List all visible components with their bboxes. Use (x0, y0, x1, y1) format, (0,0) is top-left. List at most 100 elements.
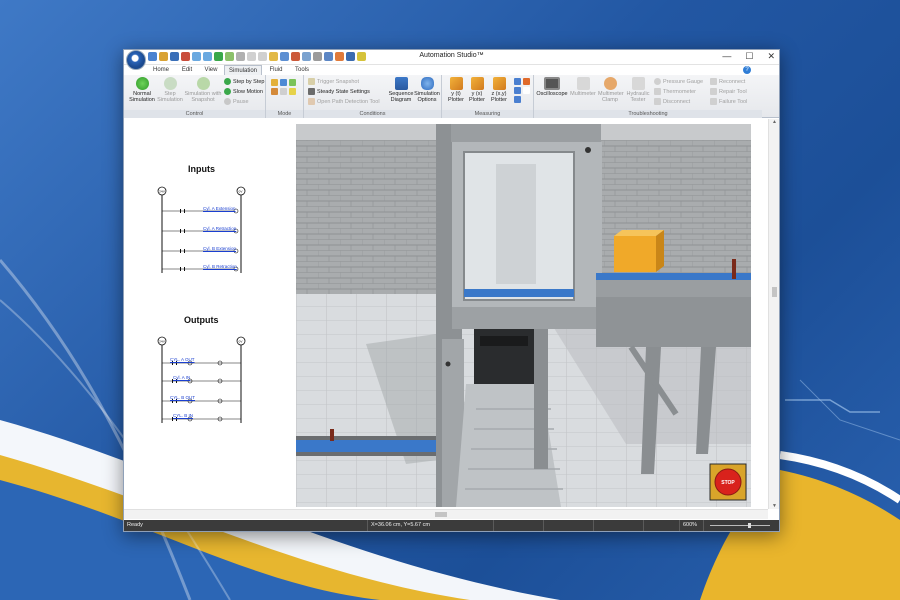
thermometer-button[interactable]: Thermometer (654, 88, 696, 95)
multimeter-button[interactable]: Multimeter (570, 77, 596, 97)
app-logo-icon[interactable] (126, 50, 146, 70)
simulation-options-button[interactable]: Simulation Options (414, 77, 440, 103)
close-button[interactable]: ✕ (767, 51, 775, 62)
trigger-snapshot-icon (308, 78, 315, 85)
sequence-diagram-icon (394, 77, 408, 90)
outputs-title: Outputs (184, 315, 219, 325)
maximize-button[interactable]: ☐ (745, 51, 753, 62)
simulation-options-icon (420, 77, 434, 90)
scroll-down-icon[interactable]: ▼ (772, 503, 777, 509)
output-link-cyl-a-in[interactable]: Cyl. A IN (173, 375, 190, 380)
oscilloscope-icon (544, 77, 560, 90)
step-by-step-button[interactable]: Step by Step (224, 78, 265, 85)
hydraulic-tester-button[interactable]: Hydraulic Tester (624, 77, 652, 103)
pressure-gauge-icon (654, 78, 661, 85)
plotter-icon (449, 77, 463, 90)
emergency-stop-button[interactable]: STOP (721, 480, 735, 486)
steady-state-icon (308, 88, 315, 95)
zoom-slider[interactable] (703, 520, 779, 531)
multimeter-clamp-button[interactable]: Multimeter Clamp (598, 77, 624, 103)
repair-tool-icon (710, 88, 717, 95)
plotter-icon (470, 77, 484, 90)
mode-icon[interactable] (280, 88, 287, 95)
status-cell (643, 520, 679, 531)
inputs-title: Inputs (188, 164, 215, 174)
pressure-gauge-button[interactable]: Pressure Gauge (654, 78, 703, 85)
yx-plotter-button[interactable]: y (x) Plotter (467, 77, 487, 103)
minimize-button[interactable]: — (722, 51, 731, 62)
mode-icon[interactable] (289, 88, 296, 95)
repair-tool-button[interactable]: Repair Tool (710, 88, 747, 95)
yt-plotter-button[interactable]: y (t) Plotter (446, 77, 466, 103)
status-coordinates: X=36.06 cm, Y=5.67 cm (367, 520, 493, 531)
input-rail-left-label: 24V (159, 190, 166, 194)
sequence-diagram-button[interactable]: Sequence Diagram (388, 77, 414, 103)
simulation-with-snapshot-button[interactable]: Simulation with Snapshot (184, 77, 222, 103)
output-link-cyl-b-out[interactable]: CYL. B OUT (170, 395, 195, 400)
open-path-detection-button[interactable]: Open Path Detection Tool (308, 98, 380, 105)
play-icon (135, 77, 149, 90)
mode-icon[interactable] (271, 79, 278, 86)
tab-view[interactable]: View (200, 65, 222, 75)
steady-state-settings-button[interactable]: Steady State Settings (308, 88, 370, 95)
probe-icon[interactable] (514, 96, 521, 103)
ribbon-tabs: Home Edit View Simulation Fluid Tools ? (124, 65, 779, 75)
window-controls: — ☐ ✕ (722, 51, 775, 62)
vertical-scrollbar[interactable]: ▲ ▼ (768, 119, 779, 509)
probe-icon[interactable] (514, 87, 521, 94)
failure-tool-button[interactable]: Failure Tool (710, 98, 747, 105)
app-window: Automation Studio™ — ☐ ✕ Home Edit View … (123, 49, 780, 532)
trigger-snapshot-button[interactable]: Trigger Snapshot (308, 78, 359, 85)
marker-icon[interactable] (523, 78, 530, 85)
hydraulic-tester-icon (631, 77, 645, 90)
input-link-cyl-a-extension[interactable]: Cyl. A Extension (203, 206, 236, 211)
snapshot-icon (196, 77, 210, 90)
help-icon[interactable]: ? (743, 66, 751, 74)
group-control: Normal Simulation Step Simulation Simula… (124, 75, 266, 118)
blank-icon (523, 87, 530, 94)
tab-fluid[interactable]: Fluid (264, 65, 288, 75)
input-link-cyl-b-extension[interactable]: Cyl. B Extension (203, 246, 236, 251)
multimeter-clamp-icon (603, 77, 617, 90)
scroll-up-icon[interactable]: ▲ (772, 119, 777, 125)
window-title: Automation Studio™ (419, 52, 484, 59)
horizontal-scrollbar[interactable] (124, 509, 768, 519)
status-cell (593, 520, 643, 531)
zxy-plotter-button[interactable]: z (x,y) Plotter (488, 77, 510, 103)
oscilloscope-button[interactable]: Oscilloscope (536, 77, 568, 97)
slow-motion-icon (224, 88, 231, 95)
reconnect-icon (710, 78, 717, 85)
tab-home[interactable]: Home (148, 65, 174, 75)
mode-icon[interactable] (289, 79, 296, 86)
probe-icon[interactable] (514, 78, 521, 85)
horizontal-scroll-thumb[interactable] (435, 512, 447, 517)
group-conditions: Trigger Snapshot Steady State Settings O… (304, 75, 442, 118)
status-bar: Ready X=36.06 cm, Y=5.67 cm 600% (124, 520, 779, 531)
group-measuring: y (t) Plotter y (x) Plotter z (x,y) Plot… (442, 75, 534, 118)
step-by-step-icon (224, 78, 231, 85)
pause-button[interactable]: Pause (224, 98, 249, 105)
open-path-icon (308, 98, 315, 105)
normal-simulation-button[interactable]: Normal Simulation (128, 77, 156, 103)
pause-icon (224, 98, 231, 105)
group-mode: Mode (266, 75, 304, 118)
step-icon (163, 77, 177, 90)
3d-simulation-view[interactable]: STOP (296, 124, 751, 507)
vertical-scroll-thumb[interactable] (772, 287, 777, 297)
output-link-cyl-b-in[interactable]: CYL. B IN (173, 413, 193, 418)
input-link-cyl-a-retraction[interactable]: Cyl. A Retraction (203, 226, 236, 231)
output-link-cyl-a-out[interactable]: CYL. A OUT (170, 357, 195, 362)
disconnect-button[interactable]: Disconnect (654, 98, 690, 105)
outputs-ladder-diagram: 24V 0V (157, 336, 246, 423)
zoom-slider-thumb[interactable] (748, 523, 751, 528)
slow-motion-button[interactable]: Slow Motion (224, 88, 263, 95)
multimeter-icon (576, 77, 590, 90)
tab-tools[interactable]: Tools (290, 65, 314, 75)
input-link-cyl-b-retraction[interactable]: Cyl. B Retraction (203, 264, 237, 269)
tab-edit[interactable]: Edit (176, 65, 198, 75)
mode-icon[interactable] (271, 88, 278, 95)
step-simulation-button[interactable]: Step Simulation (156, 77, 184, 103)
mode-icon[interactable] (280, 79, 287, 86)
reconnect-button[interactable]: Reconnect (710, 78, 745, 85)
tab-simulation[interactable]: Simulation (224, 65, 262, 75)
